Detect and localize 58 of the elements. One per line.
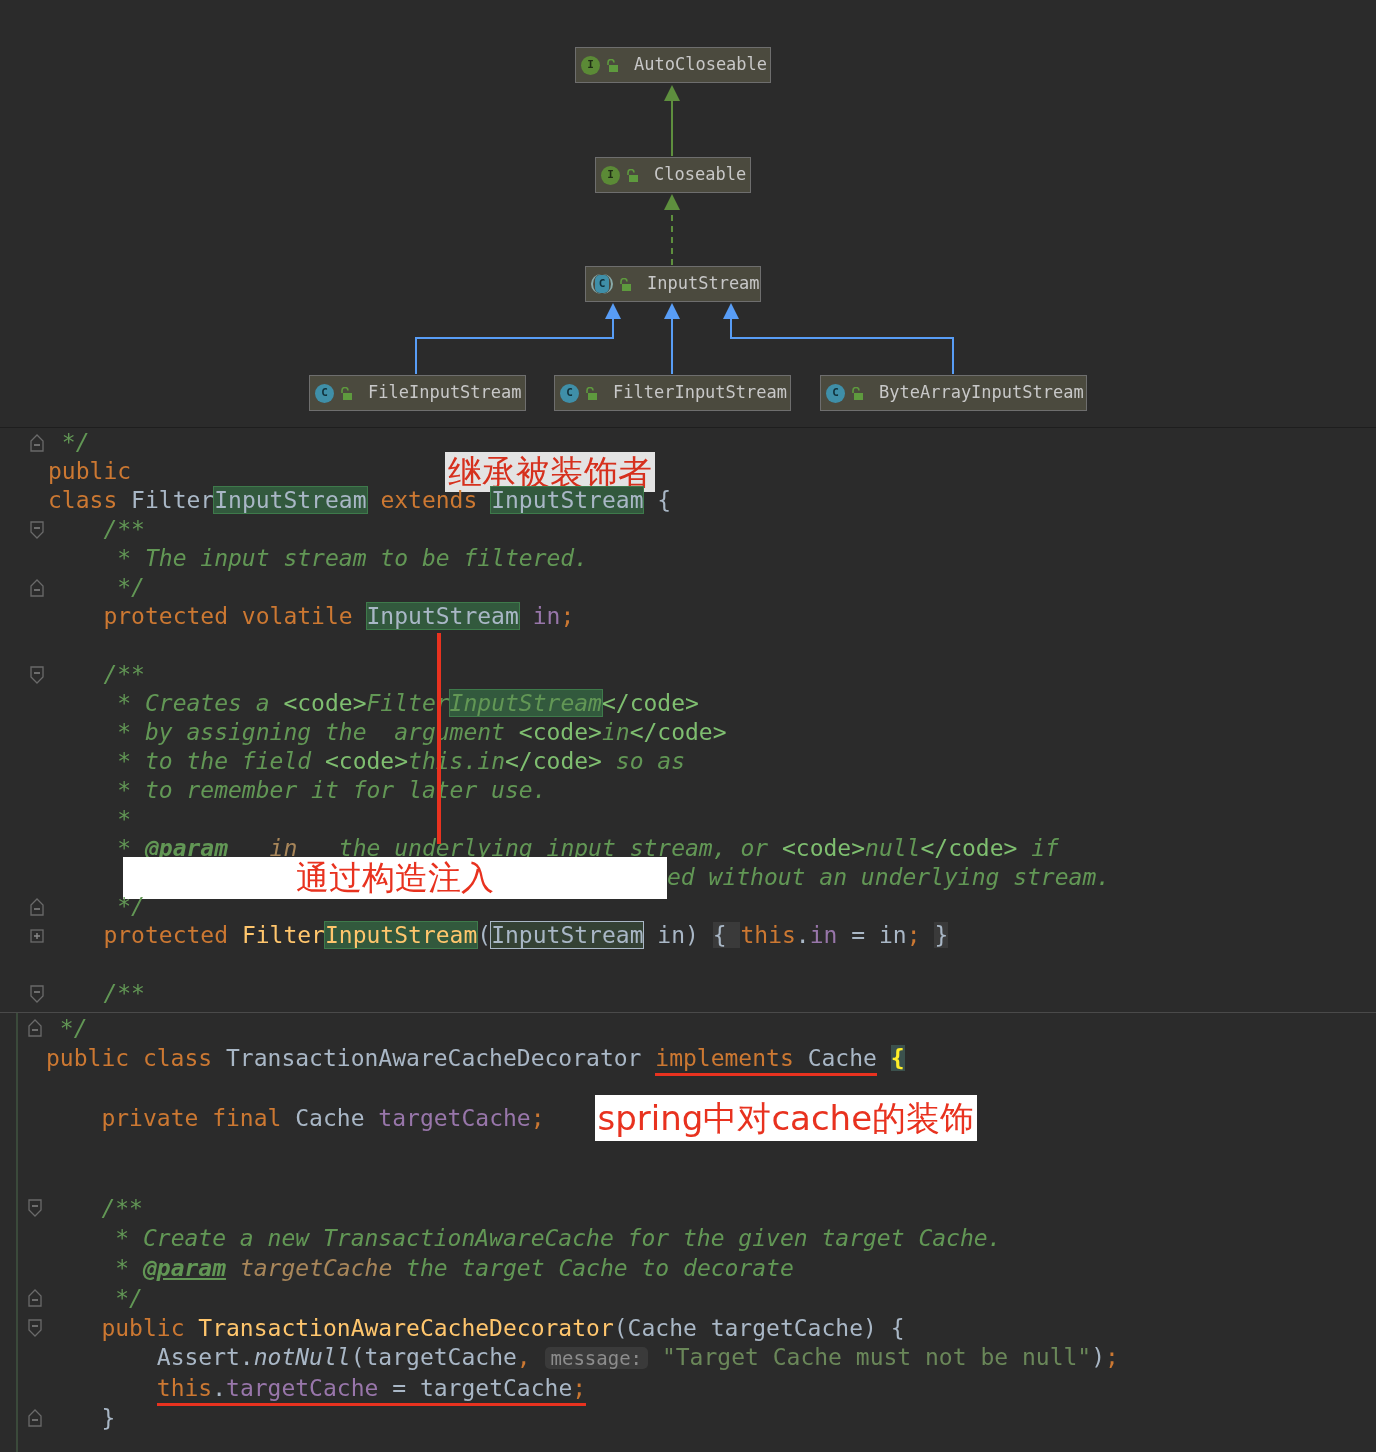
- interface-icon: I: [601, 165, 620, 185]
- class-name: FileInputStream: [368, 381, 522, 405]
- class-node[interactable]: C FileInputStream: [309, 375, 526, 411]
- annotation-label: spring中对cache的装饰: [594, 1095, 978, 1141]
- fold-icon[interactable]: [30, 984, 44, 1003]
- class-name: FilterInputStream: [613, 381, 787, 405]
- class-node[interactable]: C InputStream: [585, 266, 761, 302]
- fold-icon[interactable]: [28, 1409, 42, 1427]
- lock-icon: [585, 386, 597, 400]
- class-name: ByteArrayInputStream: [879, 381, 1084, 405]
- code-line: public TransactionAwareCacheDecorator(Cache targetCache) {: [100, 1313, 905, 1343]
- code-line: *: [116, 805, 132, 834]
- class-name: AutoCloseable: [634, 53, 768, 77]
- code-line: * Create a new TransactionAwareCache for the given target Cache.: [114, 1223, 1002, 1253]
- lock-icon: [606, 58, 618, 72]
- code-line: * The input stream to be filtered.: [116, 544, 589, 573]
- class-icon: C: [560, 383, 579, 403]
- class-name: InputStream: [647, 272, 760, 296]
- code-line: ed without an underlying stream.: [667, 863, 1111, 892]
- fold-icon[interactable]: [30, 665, 44, 684]
- code-line: this.targetCache = targetCache;: [46, 1373, 587, 1403]
- fold-icon[interactable]: [28, 1289, 42, 1307]
- class-icon: C: [315, 383, 334, 403]
- fold-icon[interactable]: [30, 897, 44, 916]
- fold-icon[interactable]: [28, 1319, 42, 1337]
- fold-icon[interactable]: [28, 1019, 42, 1037]
- code-line: public class TransactionAwareCacheDecorator implements Cache {: [46, 1043, 905, 1073]
- code-line: Assert.notNull(targetCache, message: "Target Cache must not be null");: [155, 1343, 1119, 1372]
- code-line: /**: [102, 515, 145, 544]
- fold-icon[interactable]: [30, 433, 44, 452]
- code-line: }: [100, 1403, 116, 1433]
- lock-icon: [626, 168, 638, 182]
- code-line: */: [60, 428, 90, 457]
- expand-icon[interactable]: [30, 928, 44, 943]
- code-line: */: [114, 1283, 143, 1313]
- code-line: protected FilterInputStream(InputStream in) { this.in = in; }: [102, 921, 949, 950]
- fold-icon[interactable]: [30, 520, 44, 539]
- code-line: private final Cache targetCache;: [100, 1103, 545, 1133]
- lock-icon: [851, 386, 863, 400]
- lock-icon: [619, 277, 631, 291]
- code-line: public: [48, 457, 132, 486]
- code-line: */: [58, 1013, 88, 1043]
- code-line: protected volatile InputStream in;: [102, 602, 575, 631]
- code-line: /**: [102, 660, 145, 689]
- code-line: /**: [100, 1193, 143, 1223]
- class-node[interactable]: I AutoCloseable: [575, 47, 771, 83]
- class-node[interactable]: C FilterInputStream: [554, 375, 791, 411]
- class-icon: C: [826, 383, 845, 403]
- class-node[interactable]: I Closeable: [595, 157, 751, 193]
- class-node[interactable]: C ByteArrayInputStream: [820, 375, 1087, 411]
- lock-icon: [340, 386, 352, 400]
- interface-icon: I: [581, 55, 600, 75]
- fold-icon[interactable]: [30, 578, 44, 597]
- fold-icon[interactable]: [28, 1199, 42, 1217]
- class-name: Closeable: [654, 163, 747, 187]
- code-line: */: [116, 573, 145, 602]
- code-line: /**: [102, 979, 145, 1008]
- code-line: * @param targetCache the target Cache to decorate: [114, 1253, 794, 1283]
